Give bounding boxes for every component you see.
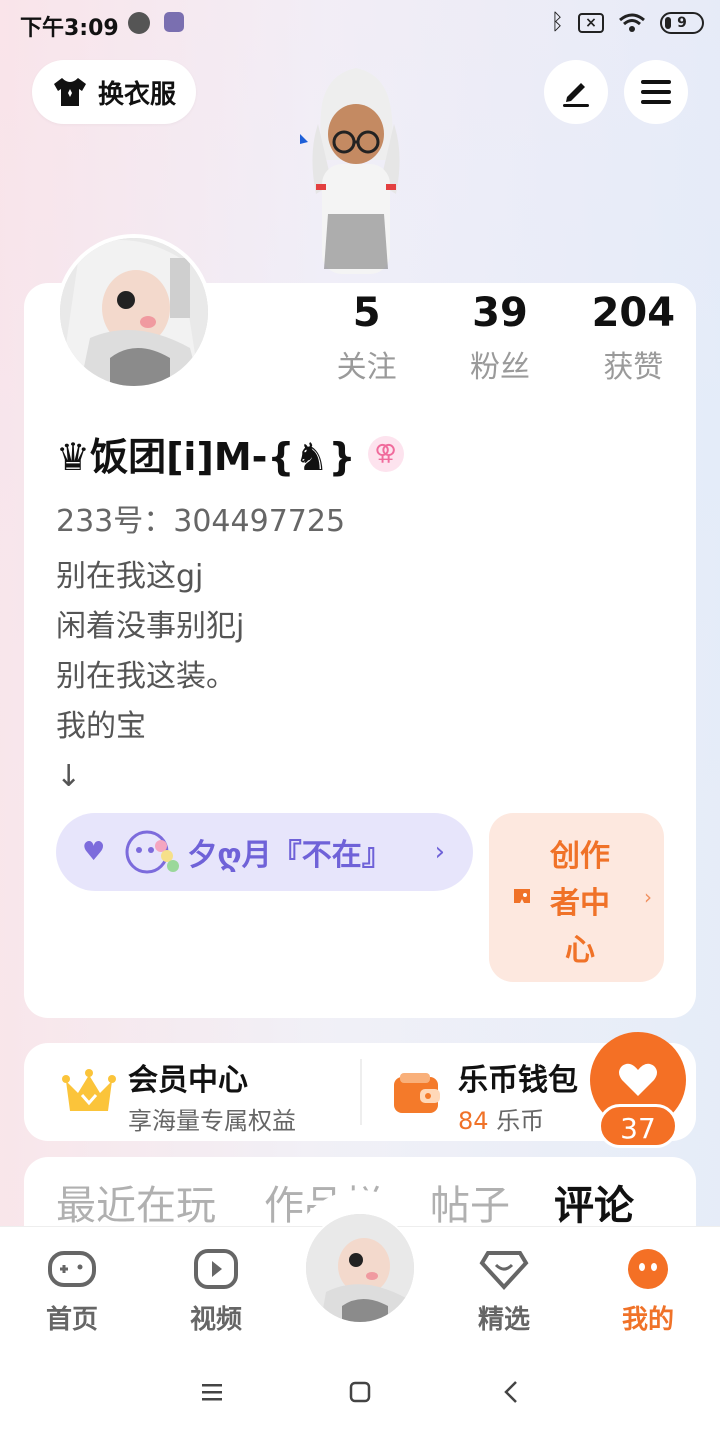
bio-line: 闲着没事别犯j [56,609,245,644]
user-id: 233号：304497725 [56,504,346,539]
edit-icon [563,83,589,107]
avatar-image [60,238,208,386]
bio-line: 我的宝 [56,709,146,744]
edit-profile-button[interactable] [544,60,608,124]
nav-mine[interactable]: 我的 [598,1247,698,1336]
system-nav-bar [0,1344,720,1440]
wallet-balance: 84 乐币 [458,1101,544,1136]
back-arrow-icon[interactable] [498,1378,526,1406]
recent-apps-icon[interactable] [198,1378,226,1406]
tab-posts[interactable]: 帖子 [430,1173,510,1231]
nav-featured[interactable]: 精选 [454,1247,554,1336]
nav-video[interactable]: 视频 [166,1247,266,1336]
home-square-icon[interactable] [346,1378,374,1406]
double-heart-icon: ♥ [82,837,106,867]
stat-likes[interactable]: 204 获赞 [567,288,700,386]
video-play-icon [194,1249,238,1289]
group-link[interactable]: ♥ 夕ღ月『不在』 › [56,813,473,891]
profile-stats: 5 关注 39 粉丝 204 获赞 [300,288,700,386]
bio-line: 别在我这gj [56,559,204,594]
stat-following[interactable]: 5 关注 [300,288,433,386]
heart-icon [619,1063,657,1096]
gamepad-icon [48,1251,96,1287]
face-icon [628,1249,668,1289]
status-bar: 下午3:09 ᛒ × 9 [0,0,720,50]
bio: 别在我这gj 闲着没事别犯j 别在我这装。 我的宝 ↓ [56,552,244,802]
stat-followers[interactable]: 39 粉丝 [433,288,566,386]
username-row: ♛饭团[i]M-{♞} ⚢ [56,426,404,481]
creator-center-button[interactable]: 创作者中心 › [489,813,664,982]
notification-app-icon-2 [164,12,184,32]
avatar-image [306,1214,414,1322]
menu-button[interactable] [624,60,688,124]
chevron-right-icon: › [434,837,445,867]
crown-icon [62,1069,116,1111]
wallet-title: 乐币钱包 [458,1063,578,1098]
wifi-icon [618,12,646,34]
divider [360,1059,362,1125]
group-name: 夕ღ月『不在』 [187,838,392,873]
like-count: 37 [598,1104,678,1148]
vip-center-title: 会员中心 [128,1063,248,1098]
change-outfit-label: 换衣服 [98,79,177,110]
tab-recent-games[interactable]: 最近在玩 [56,1173,216,1231]
creator-center-label: 创作者中心 [550,839,610,968]
profile-avatar[interactable] [56,234,212,390]
battery-icon: 9 [660,11,704,34]
notification-app-icon [128,12,150,34]
wallet-icon [394,1073,440,1113]
shirt-icon [54,78,86,106]
wallet-amount: 84 [458,1107,489,1135]
chevron-right-icon: › [644,885,652,909]
bio-line: ↓ [56,759,82,794]
center-avatar-button[interactable] [304,1212,416,1324]
bio-line: 别在我这装。 [56,659,236,694]
username: ♛饭团[i]M-{♞} [56,435,356,479]
female-gender-icon: ⚢ [367,435,404,472]
nav-home[interactable]: 首页 [22,1247,122,1336]
change-outfit-button[interactable]: 换衣服 [32,60,196,124]
heart-shield-icon [479,1251,529,1290]
status-time: 下午3:09 [20,16,119,41]
wallet-unit: 乐币 [496,1107,545,1135]
vip-center-subtitle: 享海量专属权益 [128,1107,296,1135]
group-avatar-icon [125,830,180,874]
gamepad-icon [514,889,530,903]
no-sim-icon: × [578,12,604,33]
avatar-figure[interactable] [288,64,424,284]
menu-icon [641,80,671,104]
bluetooth-icon: ᛒ [550,10,564,35]
tab-comments[interactable]: 评论 [554,1173,634,1231]
